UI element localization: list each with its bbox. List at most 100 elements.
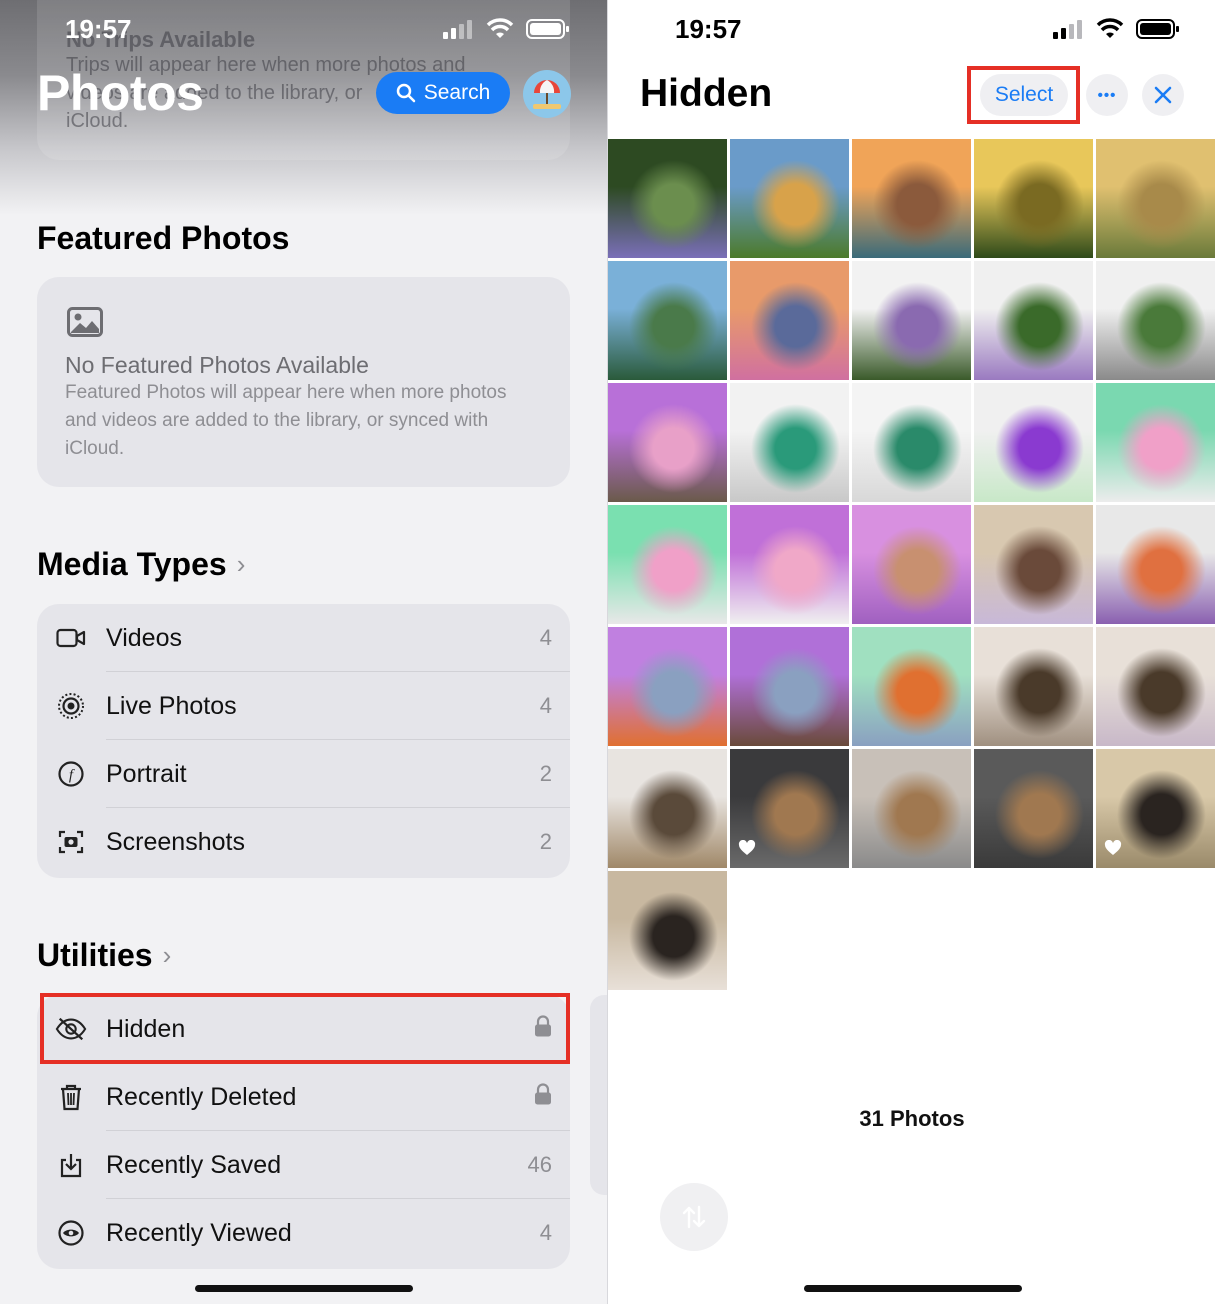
featured-photos-heading: Featured Photos xyxy=(37,220,289,257)
row-count: 4 xyxy=(539,625,552,650)
photo-thumbnail[interactable] xyxy=(852,261,971,380)
favorite-heart-icon xyxy=(738,839,756,861)
media-type-row-live-photos[interactable]: Live Photos 4 xyxy=(37,672,570,740)
row-label: Screenshots xyxy=(106,827,245,856)
photo-thumbnail[interactable] xyxy=(974,505,1093,624)
section-title-text: Media Types xyxy=(37,546,227,582)
featured-empty-body: Featured Photos will appear here when mo… xyxy=(65,382,507,459)
close-button[interactable] xyxy=(1142,74,1184,116)
photo-count-label: 31 Photos xyxy=(859,1106,965,1131)
media-types-list: Videos 4 Live Photos 4 f Portrait 2 Scre… xyxy=(37,604,570,878)
eye-icon xyxy=(55,1217,87,1249)
photo-thumbnail[interactable] xyxy=(852,139,971,258)
media-type-row-videos[interactable]: Videos 4 xyxy=(37,604,570,672)
search-icon xyxy=(396,83,415,103)
photo-thumbnail[interactable] xyxy=(730,749,849,868)
home-indicator xyxy=(804,1285,1022,1292)
photo-thumbnail[interactable] xyxy=(1096,627,1215,746)
utilities-heading[interactable]: Utilities › xyxy=(37,937,171,974)
ellipsis-icon: ••• xyxy=(1097,86,1117,104)
battery-icon xyxy=(526,19,569,39)
photo-placeholder-icon xyxy=(67,307,103,337)
photo-thumbnail[interactable] xyxy=(974,749,1093,868)
featured-empty-title: No Featured Photos Available xyxy=(65,352,369,378)
section-title-text: Utilities xyxy=(37,937,153,973)
row-label: Recently Viewed xyxy=(106,1218,292,1247)
hidden-row-highlight xyxy=(40,993,570,1064)
photo-thumbnail[interactable] xyxy=(1096,139,1215,258)
wifi-icon xyxy=(1096,18,1124,38)
search-button-label: Search xyxy=(423,81,491,104)
avatar[interactable] xyxy=(523,70,571,118)
row-label: Videos xyxy=(106,623,182,652)
page-title: Photos xyxy=(37,65,204,121)
photo-thumbnail[interactable] xyxy=(974,261,1093,380)
section-title-text: Featured Photos xyxy=(37,220,290,256)
photo-thumbnail[interactable] xyxy=(1096,261,1215,380)
chevron-right-icon: › xyxy=(236,549,246,579)
photo-thumbnail[interactable] xyxy=(1096,383,1215,502)
utility-row-recently-deleted[interactable]: Recently Deleted xyxy=(37,1063,570,1131)
photo-thumbnail[interactable] xyxy=(974,383,1093,502)
cellular-signal-icon xyxy=(443,19,472,39)
photo-thumbnail[interactable] xyxy=(974,139,1093,258)
trash-icon xyxy=(55,1081,87,1113)
adjacent-card-peek xyxy=(590,995,608,1195)
row-count: 2 xyxy=(539,829,552,854)
select-button-highlight xyxy=(967,66,1080,124)
photo-thumbnail[interactable] xyxy=(608,749,727,868)
media-type-row-portrait[interactable]: f Portrait 2 xyxy=(37,740,570,808)
photo-thumbnail[interactable] xyxy=(1096,505,1215,624)
search-button[interactable]: Search xyxy=(376,72,510,114)
media-type-row-screenshots[interactable]: Screenshots 2 xyxy=(37,808,570,876)
photo-thumbnail[interactable] xyxy=(608,871,727,990)
row-count: 4 xyxy=(539,1220,552,1245)
photo-thumbnail[interactable] xyxy=(852,749,971,868)
favorite-heart-icon xyxy=(1104,839,1122,861)
photo-thumbnail[interactable] xyxy=(730,505,849,624)
photo-thumbnail[interactable] xyxy=(852,627,971,746)
chevron-right-icon: › xyxy=(162,940,172,970)
wifi-icon xyxy=(486,18,514,38)
row-count: 4 xyxy=(539,693,552,718)
photo-thumbnail[interactable] xyxy=(730,627,849,746)
photo-thumbnail[interactable] xyxy=(608,627,727,746)
download-tray-icon xyxy=(55,1149,87,1181)
photo-thumbnail[interactable] xyxy=(730,383,849,502)
photos-collections-pane: No Trips Available Trips will appear her… xyxy=(0,0,608,1304)
row-count: 2 xyxy=(539,761,552,786)
photo-thumbnail[interactable] xyxy=(974,627,1093,746)
cellular-signal-icon xyxy=(1053,19,1082,39)
photo-thumbnail[interactable] xyxy=(730,261,849,380)
portrait-icon: f xyxy=(55,758,87,790)
utility-row-recently-viewed[interactable]: Recently Viewed 4 xyxy=(37,1199,570,1267)
photo-thumbnail[interactable] xyxy=(730,139,849,258)
row-label: Live Photos xyxy=(106,691,237,720)
photo-thumbnail[interactable] xyxy=(852,383,971,502)
video-icon xyxy=(55,622,87,654)
live-photos-icon xyxy=(55,690,87,722)
photo-thumbnail[interactable] xyxy=(1096,749,1215,868)
status-icons xyxy=(1053,12,1180,46)
media-types-heading[interactable]: Media Types › xyxy=(37,546,245,583)
svg-text:f: f xyxy=(69,768,75,784)
hidden-album-pane: 19:57 Hidden Select ••• 31 Photos xyxy=(608,0,1216,1304)
row-label: Recently Deleted xyxy=(106,1082,297,1111)
sort-arrows-icon xyxy=(682,1205,706,1229)
utility-row-recently-saved[interactable]: Recently Saved 46 xyxy=(37,1131,570,1199)
row-count: 46 xyxy=(527,1152,552,1177)
photo-thumbnail[interactable] xyxy=(608,505,727,624)
battery-icon xyxy=(1136,19,1179,39)
more-options-button[interactable]: ••• xyxy=(1086,74,1128,116)
photo-thumbnail[interactable] xyxy=(608,261,727,380)
sort-button[interactable] xyxy=(660,1183,728,1251)
photo-thumbnail[interactable] xyxy=(608,139,727,258)
photo-thumbnail[interactable] xyxy=(852,505,971,624)
beach-umbrella-icon xyxy=(533,80,561,109)
status-time: 19:57 xyxy=(65,13,132,44)
row-label: Portrait xyxy=(106,759,187,788)
photo-thumbnail[interactable] xyxy=(608,383,727,502)
screenshot-root: No Trips Available Trips will appear her… xyxy=(0,0,1216,1304)
home-indicator xyxy=(195,1285,413,1292)
status-time: 19:57 xyxy=(675,13,742,44)
